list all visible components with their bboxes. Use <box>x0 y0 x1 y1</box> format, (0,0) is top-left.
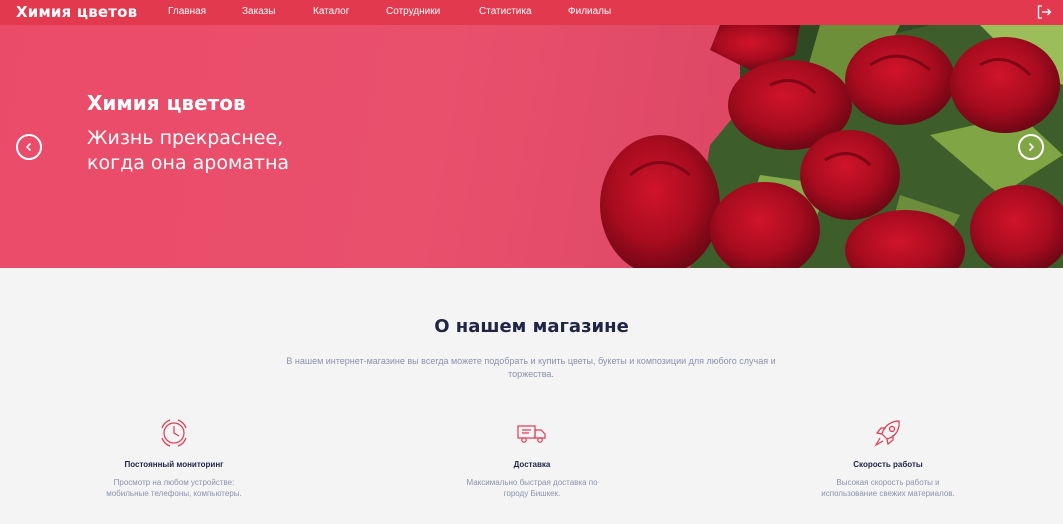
nav-item-branches[interactable]: Филиалы <box>568 6 611 17</box>
truck-icon <box>517 425 546 443</box>
rocket-icon <box>874 420 900 447</box>
carousel-next-button[interactable] <box>1018 134 1044 160</box>
top-navbar: Химия цветов Главная Заказы Каталог Сотр… <box>0 0 1063 25</box>
hero-carousel: Химия цветов Жизнь прекраснее, когда она… <box>0 25 1063 268</box>
feature-title: Скорость работы <box>853 460 923 469</box>
feature-text: Максимально быстрая доставка по городу Б… <box>466 478 598 498</box>
nav-item-catalog[interactable]: Каталог <box>313 6 349 17</box>
feature-speed: Скорость работы Высокая скорость работы … <box>778 416 998 499</box>
nav-item-statistics[interactable]: Статистика <box>479 6 532 17</box>
nav-item-home[interactable]: Главная <box>168 6 206 17</box>
about-description: В нашем интернет-магазине вы всегда може… <box>286 356 776 379</box>
brand-logo[interactable]: Химия цветов <box>16 3 137 21</box>
chevron-right-icon <box>1028 142 1035 152</box>
feature-delivery: Доставка Максимально быстрая доставка по… <box>422 416 642 499</box>
clock-icon <box>161 419 187 447</box>
feature-text: Высокая скорость работы и использование … <box>821 478 955 498</box>
feature-monitoring: Постоянный мониторинг Просмотр на любом … <box>64 416 284 499</box>
roses-image <box>600 25 1063 268</box>
logout-icon[interactable] <box>1036 4 1052 20</box>
hero-title: Химия цветов <box>87 91 246 115</box>
feature-text: Просмотр на любом устройстве: мобильные … <box>106 478 242 498</box>
feature-title: Постоянный мониторинг <box>124 460 224 469</box>
carousel-prev-button[interactable] <box>16 134 42 160</box>
feature-title: Доставка <box>513 460 551 469</box>
nav-item-orders[interactable]: Заказы <box>242 6 275 17</box>
hero-subtitle: Жизнь прекраснее, когда она ароматна <box>87 127 290 174</box>
chevron-left-icon <box>25 142 32 152</box>
about-title: О нашем магазине <box>434 316 629 337</box>
nav-item-employees[interactable]: Сотрудники <box>386 6 440 17</box>
